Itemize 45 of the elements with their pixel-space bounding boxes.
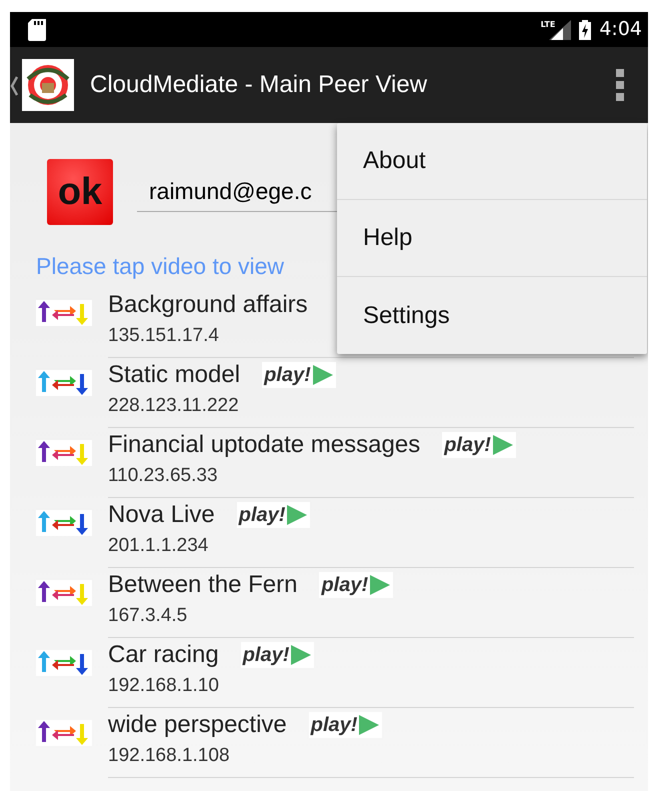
target-logo-icon[interactable] bbox=[22, 59, 74, 111]
status-time: 4:04 bbox=[599, 17, 642, 42]
sync-arrows-icon bbox=[36, 650, 92, 676]
peer-ip: 192.168.1.108 bbox=[108, 744, 231, 768]
peer-ip: 167.3.4.5 bbox=[108, 604, 188, 628]
app-title: CloudMediate - Main Peer View bbox=[90, 70, 428, 100]
sd-card-icon bbox=[28, 18, 46, 42]
status-logo: ok bbox=[47, 159, 113, 225]
play-icon bbox=[358, 714, 380, 736]
play-icon bbox=[492, 434, 514, 456]
sync-arrows-icon bbox=[36, 720, 92, 746]
peer-ip: 201.1.1.234 bbox=[108, 534, 210, 558]
peer-ip: 192.168.1.10 bbox=[108, 674, 220, 698]
play-icon bbox=[369, 574, 392, 596]
peer-ip: 135.151.17.4 bbox=[108, 324, 220, 348]
play-button[interactable]: play! bbox=[240, 642, 314, 668]
play-icon bbox=[286, 504, 308, 526]
sync-arrows-icon bbox=[36, 300, 92, 326]
peer-name[interactable]: Nova Live bbox=[108, 500, 215, 528]
peer-name[interactable]: Static model bbox=[108, 360, 240, 388]
menu-item[interactable]: About bbox=[337, 123, 647, 200]
sync-arrows-icon bbox=[36, 370, 92, 396]
peer-name[interactable]: wide perspective bbox=[108, 710, 287, 738]
overflow-menu-icon[interactable] bbox=[616, 69, 624, 101]
peer-ip: 110.23.65.33 bbox=[108, 464, 219, 488]
sync-arrows-icon bbox=[36, 440, 92, 466]
peer-ip: 228.123.11.222 bbox=[108, 394, 240, 418]
battery-icon bbox=[579, 18, 592, 42]
menu-item[interactable]: Settings bbox=[337, 277, 647, 354]
peer-name[interactable]: Financial uptodate messages bbox=[108, 430, 420, 458]
peer-name[interactable]: Car racing bbox=[108, 640, 219, 668]
play-icon bbox=[312, 364, 334, 386]
play-button[interactable]: play! bbox=[442, 432, 516, 458]
sync-arrows-icon bbox=[36, 510, 92, 536]
email-field[interactable]: raimund@ege.c bbox=[137, 172, 537, 212]
peer-name[interactable]: Background affairs bbox=[108, 290, 308, 318]
peer-name[interactable]: Between the Fern bbox=[108, 570, 298, 598]
menu-item[interactable]: Help bbox=[337, 200, 647, 277]
play-button[interactable]: play! bbox=[236, 502, 310, 528]
sync-arrows-icon bbox=[36, 580, 92, 606]
play-icon bbox=[290, 644, 312, 666]
hint-text: Please tap video to view bbox=[35, 252, 286, 281]
play-button[interactable]: play! bbox=[319, 572, 394, 598]
play-button[interactable]: play! bbox=[262, 362, 336, 388]
play-button[interactable]: play! bbox=[308, 712, 382, 738]
